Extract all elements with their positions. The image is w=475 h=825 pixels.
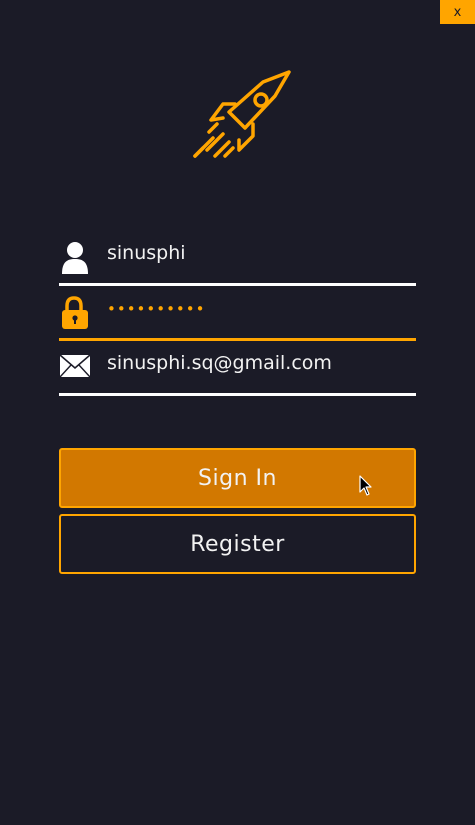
email-input[interactable]: sinusphi.sq@gmail.com [107, 352, 332, 374]
envelope-icon [59, 354, 91, 378]
login-window: x sinusphi •••••••••• sinusphi.sq@gmail.… [0, 0, 475, 825]
rocket-icon [193, 70, 291, 158]
password-input[interactable]: •••••••••• [107, 300, 205, 318]
close-button[interactable]: x [440, 0, 475, 24]
user-icon [62, 242, 88, 274]
register-button[interactable]: Register [59, 514, 416, 574]
mouse-cursor-icon [359, 475, 372, 496]
lock-icon [62, 296, 88, 329]
email-field[interactable]: sinusphi.sq@gmail.com [59, 346, 416, 396]
password-field[interactable]: •••••••••• [59, 291, 416, 341]
username-field[interactable]: sinusphi [59, 236, 416, 286]
username-input[interactable]: sinusphi [107, 242, 186, 264]
